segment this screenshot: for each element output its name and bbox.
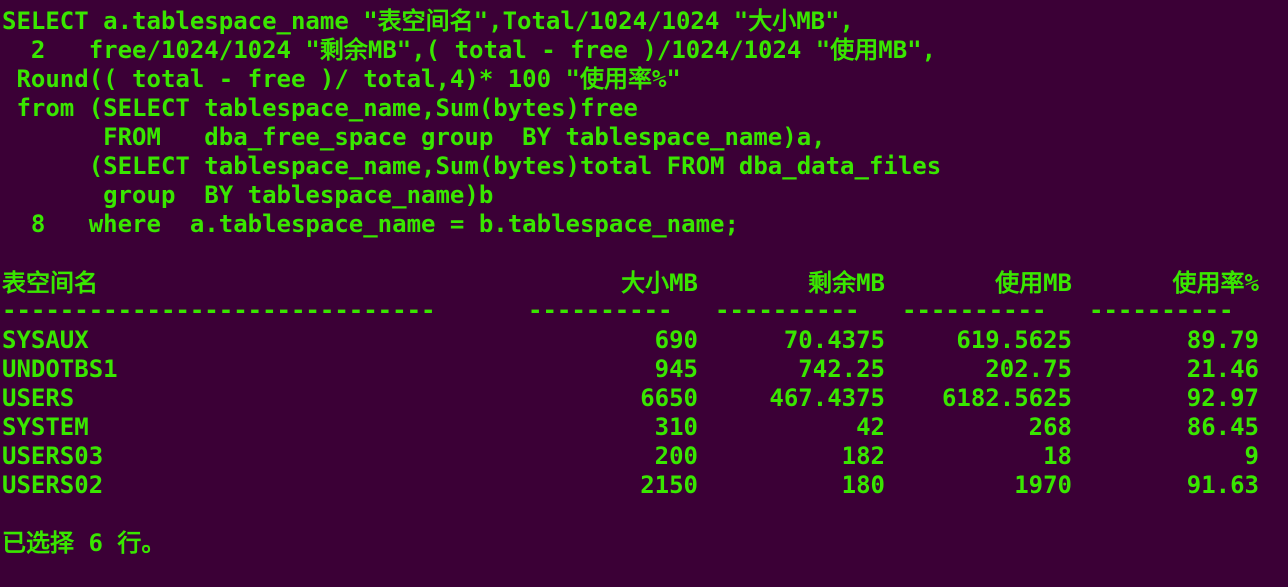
cell-tablespace: USERS03	[2, 442, 104, 470]
cell-free: 70.4375	[783, 326, 885, 354]
cell-size: 200	[654, 442, 698, 470]
cell-tablespace: USERS	[2, 384, 75, 412]
cell-free: 467.4375	[769, 384, 885, 412]
column-header-size: 大小MB	[621, 269, 698, 297]
cell-used: 202.75	[985, 355, 1072, 383]
cell-used-pct: 92.97	[1186, 384, 1259, 412]
separator: ----------	[1089, 296, 1234, 324]
cell-used-pct: 86.45	[1186, 413, 1259, 441]
cell-tablespace: USERS02	[2, 471, 104, 499]
sql-line: Round(( total - free )/ total,4)* 100 "使…	[2, 65, 681, 93]
sql-line: from (SELECT tablespace_name,Sum(bytes)f…	[2, 94, 638, 122]
separator: ----------	[902, 296, 1047, 324]
sql-line: group BY tablespace_name)b	[2, 181, 494, 209]
cell-used: 18	[1043, 442, 1072, 470]
cell-used: 6182.5625	[941, 384, 1072, 412]
cell-free: 42	[856, 413, 885, 441]
cell-used-pct: 21.46	[1186, 355, 1259, 383]
sql-line: 8 where a.tablespace_name = b.tablespace…	[2, 210, 739, 238]
cell-used-pct: 9	[1244, 442, 1259, 470]
column-header-tablespace: 表空间名	[2, 269, 98, 297]
cell-size: 6650	[640, 384, 698, 412]
cell-size: 310	[654, 413, 698, 441]
cell-free: 182	[841, 442, 885, 470]
cell-tablespace: SYSAUX	[2, 326, 89, 354]
column-header-used: 使用MB	[995, 269, 1072, 297]
cell-tablespace: SYSTEM	[2, 413, 89, 441]
cell-free: 180	[841, 471, 885, 499]
sql-line: 2 free/1024/1024 "剩余MB",( total - free )…	[2, 36, 937, 64]
sql-line: SELECT a.tablespace_name "表空间名",Total/10…	[2, 7, 855, 35]
cell-size: 945	[654, 355, 698, 383]
sql-line: (SELECT tablespace_name,Sum(bytes)total …	[2, 152, 942, 180]
column-header-free: 剩余MB	[808, 269, 885, 297]
cell-used-pct: 91.63	[1186, 471, 1259, 499]
cell-used: 619.5625	[956, 326, 1072, 354]
sql-line: FROM dba_free_space group BY tablespace_…	[2, 123, 826, 151]
separator: ------------------------------	[2, 296, 436, 324]
sqlplus-terminal[interactable]: SELECT a.tablespace_name "表空间名",Total/10…	[0, 0, 1288, 587]
cell-size: 690	[654, 326, 698, 354]
separator: ----------	[528, 296, 673, 324]
cell-used: 1970	[1014, 471, 1072, 499]
cell-used-pct: 89.79	[1186, 326, 1259, 354]
column-header-used-pct: 使用率%	[1172, 269, 1259, 297]
separator: ----------	[715, 296, 860, 324]
cell-tablespace: UNDOTBS1	[2, 355, 118, 383]
cell-used: 268	[1028, 413, 1072, 441]
cell-free: 742.25	[798, 355, 885, 383]
rows-selected-message: 已选择 6 行。	[2, 529, 166, 557]
cell-size: 2150	[640, 471, 698, 499]
